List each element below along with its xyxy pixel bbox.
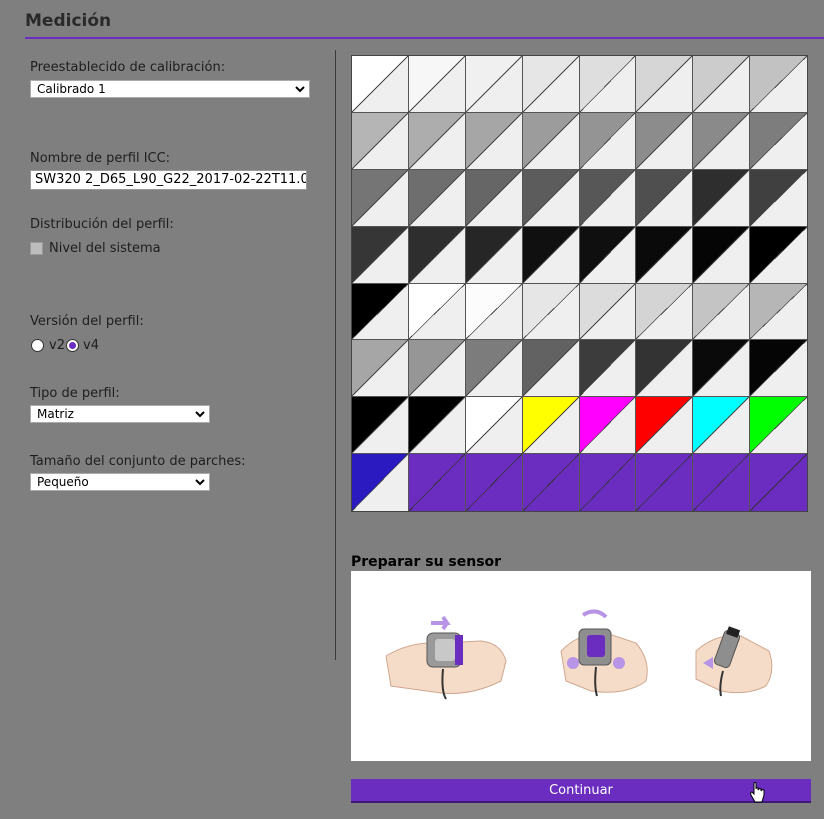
preset-select[interactable]: Calibrado 1 [30,80,310,98]
color-patch [522,112,580,170]
patch-set-label: Tamaño del conjunto de parches: [30,454,246,469]
color-patch [408,169,466,227]
color-patch [750,226,807,284]
title-divider [25,37,824,39]
sensor-title: Preparar su sensor [351,554,502,570]
preset-label: Preestablecido de calibración: [30,60,226,75]
column-divider [335,50,336,660]
color-patch [750,112,807,170]
color-patch [636,226,694,284]
color-patch [352,226,409,284]
color-patch [408,340,466,398]
color-patch [522,397,580,455]
color-patch [636,397,694,455]
color-patch [750,397,807,455]
color-patch [693,112,751,170]
color-patch [579,112,637,170]
color-patch [693,169,751,227]
color-patch [522,226,580,284]
chevron-down-icon [195,479,205,486]
color-patch [636,112,694,170]
color-patch [693,56,751,113]
version-v2-radio[interactable] [31,339,44,352]
color-patch [522,340,580,398]
color-patch [636,454,694,511]
color-patch [693,454,751,511]
color-patch [750,169,807,227]
color-patch [579,454,637,511]
sensor-step-3-illustration [695,626,773,697]
color-patch [522,454,580,511]
color-patch [636,340,694,398]
patch-set-value: Pequeño [37,475,89,489]
color-patch [408,56,466,113]
profile-type-label: Tipo de perfil: [30,386,120,401]
color-patch [636,283,694,341]
chevron-down-icon [195,411,205,418]
color-patch [579,283,637,341]
color-patch [522,56,580,113]
sensor-step-2-illustration [560,609,648,697]
color-patch [408,397,466,455]
color-patch [750,340,807,398]
continue-button[interactable]: Continuar [351,779,811,801]
color-patch [693,226,751,284]
color-patch [693,340,751,398]
color-patch [352,169,409,227]
sensor-illustration [351,571,811,761]
color-patch [465,283,523,341]
version-v4-label: v4 [83,338,99,353]
color-patch [636,56,694,113]
system-level-label: Nivel del sistema [49,241,161,256]
distribution-label: Distribución del perfil: [30,217,174,232]
color-patch [579,397,637,455]
profile-type-value: Matriz [37,407,74,421]
version-v4-radio[interactable] [66,339,79,352]
color-patch [750,283,807,341]
color-patch [750,454,807,511]
version-label: Versión del perfil: [30,314,144,329]
color-patch [465,112,523,170]
color-patch [465,397,523,455]
color-patch [352,283,409,341]
profile-type-select[interactable]: Matriz [30,405,210,423]
icc-name-input[interactable]: SW320 2_D65_L90_G22_2017-02-22T11.0 [30,170,307,190]
color-patch [693,397,751,455]
color-patch [579,169,637,227]
color-patch [522,169,580,227]
color-patch [579,226,637,284]
hand-cursor-icon [750,782,765,803]
color-patch [693,283,751,341]
patch-set-select[interactable]: Pequeño [30,473,210,491]
sensor-step-1-illustration [385,615,507,700]
color-patch [465,56,523,113]
color-patch [522,283,580,341]
color-patch [408,112,466,170]
color-patch [408,454,466,511]
color-patch [465,454,523,511]
version-v2-label: v2 [49,338,65,353]
color-patch [408,283,466,341]
color-patch [636,169,694,227]
icc-label: Nombre de perfil ICC: [30,151,171,166]
color-patch [352,56,409,113]
color-patch [750,56,807,113]
color-patch [408,226,466,284]
color-patch [579,56,637,113]
color-patch [465,340,523,398]
color-patch [579,340,637,398]
color-patch [352,340,409,398]
color-patch [352,454,409,511]
color-patch [352,112,409,170]
color-patch [352,397,409,455]
patch-grid [351,55,808,512]
chevron-down-icon [295,86,305,93]
color-patch [465,169,523,227]
page-title: Medición [25,11,112,31]
system-level-checkbox[interactable] [30,242,43,255]
color-patch [465,226,523,284]
preset-select-value: Calibrado 1 [37,82,106,96]
